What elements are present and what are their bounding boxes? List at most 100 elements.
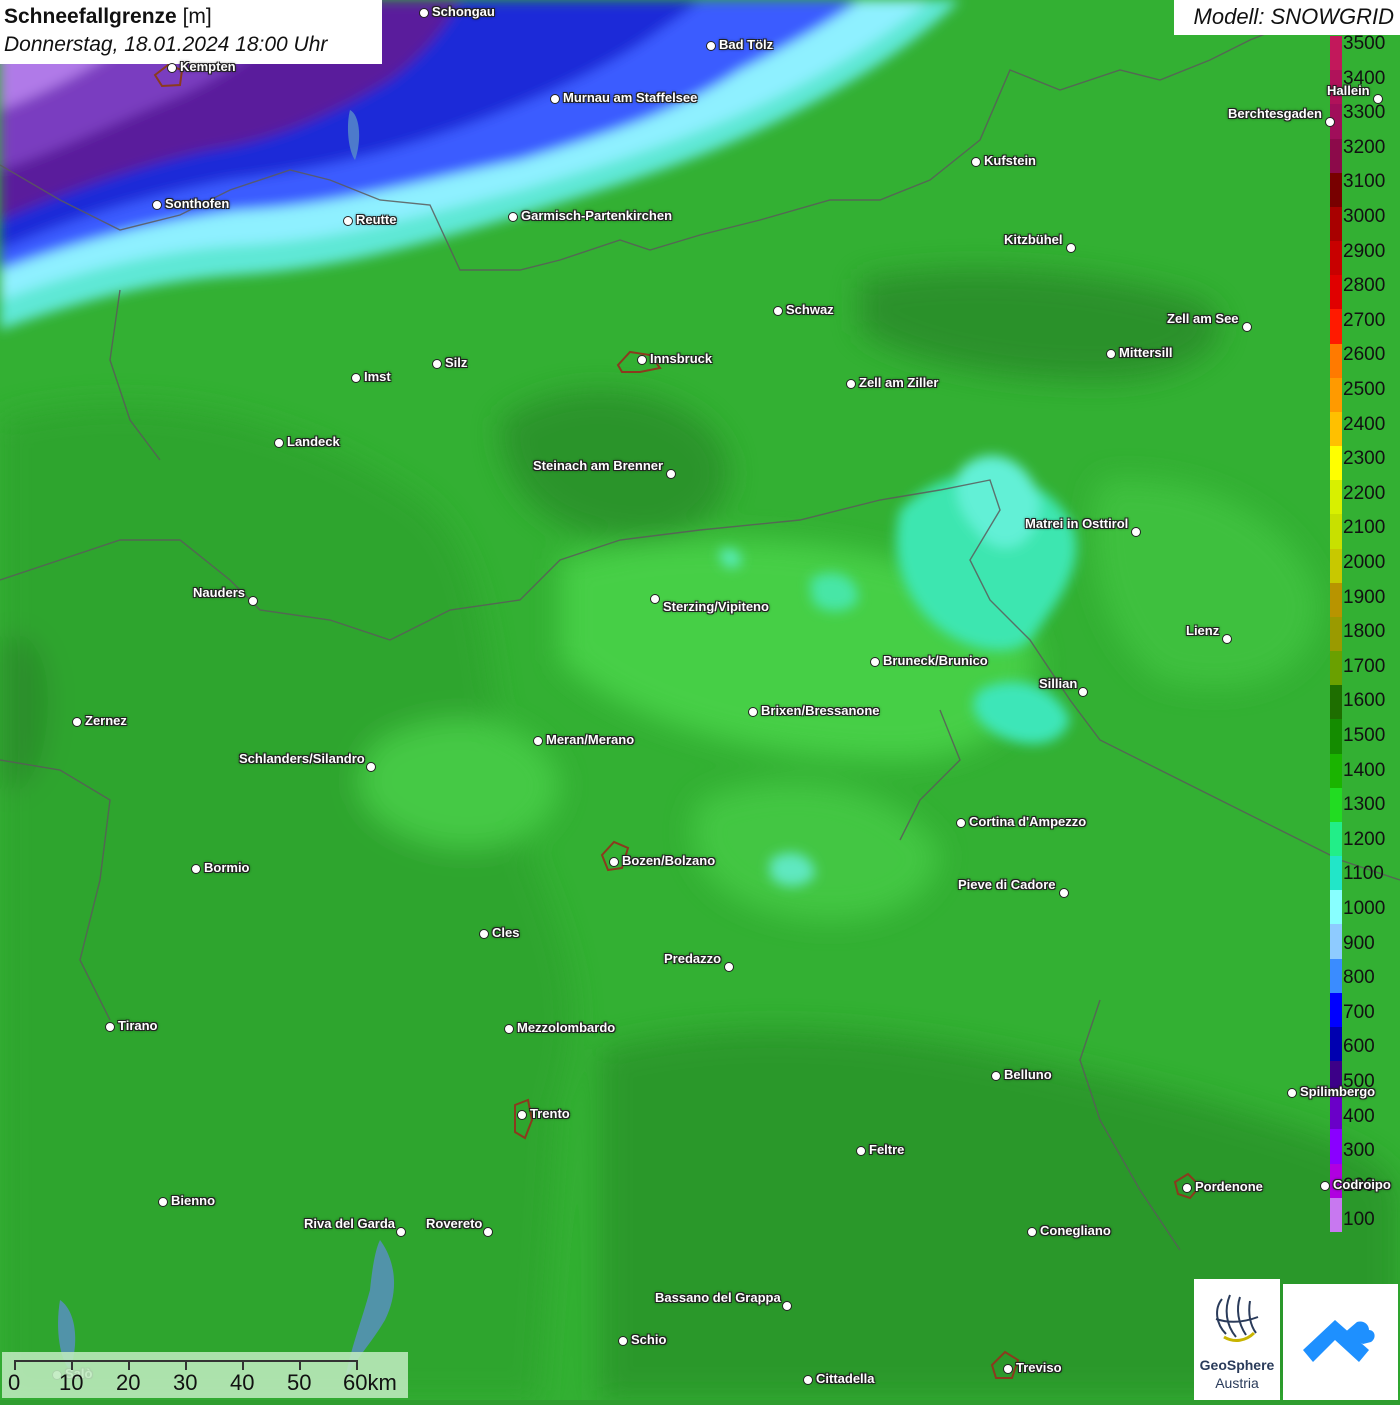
legend-label-1800: 1800: [1343, 621, 1386, 643]
legend-label-2500: 2500: [1343, 379, 1386, 400]
city-dot: [991, 1071, 1001, 1081]
legend-swatch-700: [1330, 992, 1342, 1028]
legend-swatch-2800: [1330, 275, 1342, 310]
mountain-app-icon: [1303, 1320, 1375, 1362]
legend-label-2900: 2900: [1343, 240, 1386, 262]
legend-label-3000: 3000: [1343, 206, 1386, 227]
city-dot: [479, 929, 489, 939]
city-dot: [158, 1197, 168, 1207]
city-label: Pordenone: [1195, 1179, 1263, 1194]
city-dot: [650, 594, 660, 604]
city-label: Sterzing/Vipiteno: [663, 599, 769, 614]
city-dot: [637, 355, 647, 365]
city-dot: [550, 94, 560, 104]
city-label: Matrei in Osttirol: [1025, 516, 1129, 531]
legend-swatch-1300: [1330, 787, 1342, 823]
city-label: Codroipo: [1333, 1177, 1391, 1192]
city-dot: [666, 469, 676, 479]
city-dot: [856, 1146, 866, 1156]
city-label: Zell am See: [1167, 311, 1239, 326]
map-title: Schneefallgrenze [m]: [4, 3, 378, 31]
city-dot: [105, 1022, 115, 1032]
scale-tick: [242, 1360, 244, 1370]
scale-label: 0: [8, 1370, 21, 1395]
city-label: Rovereto: [426, 1216, 483, 1231]
legend-label-1200: 1200: [1343, 828, 1386, 850]
legend-swatch-1000: [1330, 890, 1342, 925]
city-label: Treviso: [1016, 1360, 1062, 1375]
city-dot: [419, 8, 429, 18]
scale-tick: [71, 1360, 73, 1370]
legend-label-2200: 2200: [1343, 482, 1386, 504]
city-dot: [517, 1110, 527, 1120]
legend-swatch-100: [1330, 1197, 1342, 1233]
city-label: Berchtesgaden: [1228, 106, 1322, 121]
city-dot: [1106, 349, 1116, 359]
city-dot: [1182, 1183, 1192, 1193]
city-dot: [508, 212, 518, 222]
city-dot: [1373, 94, 1383, 104]
city-dot: [1325, 117, 1335, 127]
legend-label-900: 900: [1343, 932, 1375, 954]
legend-swatch-3100: [1330, 172, 1342, 208]
legend-swatch-3000: [1330, 206, 1342, 242]
city-label: Pieve di Cadore: [958, 877, 1056, 892]
city-label: Reutte: [356, 212, 397, 227]
legend-swatch-2900: [1330, 241, 1342, 276]
title-box: Schneefallgrenze [m] Donnerstag, 18.01.2…: [0, 0, 382, 64]
city-label: Kitzbühel: [1004, 232, 1063, 247]
legend-label-3300: 3300: [1343, 102, 1386, 124]
legend-swatch-800: [1330, 958, 1342, 994]
legend-label-1500: 1500: [1343, 725, 1386, 746]
legend-swatch-1900: [1330, 582, 1342, 618]
city-dot: [167, 63, 177, 73]
geosphere-logo[interactable]: GeoSphere Austria: [1194, 1279, 1280, 1400]
city-label: Innsbruck: [650, 351, 713, 366]
city-dot: [533, 736, 543, 746]
legend-swatch-600: [1330, 1026, 1342, 1062]
legend-swatch-2500: [1330, 377, 1342, 413]
legend-label-2100: 2100: [1343, 517, 1386, 539]
legend-swatch-2300: [1330, 446, 1342, 481]
city-label: Bienno: [171, 1193, 216, 1208]
city-dot: [274, 438, 284, 448]
city-label: Silz: [445, 355, 468, 370]
scale-tick: [14, 1360, 16, 1370]
legend-label-100: 100: [1343, 1209, 1375, 1231]
model-label: Modell: SNOWGRID: [1174, 0, 1400, 35]
legend-label-2400: 2400: [1343, 413, 1386, 435]
legend-swatch-1500: [1330, 719, 1342, 755]
legend-swatch-2000: [1330, 548, 1342, 584]
city-label: Feltre: [869, 1142, 905, 1157]
city-dot: [1131, 527, 1141, 537]
city-dot: [396, 1227, 406, 1237]
city-dot: [1027, 1227, 1037, 1237]
city-dot: [72, 717, 82, 727]
city-dot: [1222, 634, 1232, 644]
city-label: Nauders: [193, 585, 246, 600]
forecast-datetime: Donnerstag, 18.01.2024 18:00 Uhr: [4, 33, 328, 56]
legend-label-700: 700: [1343, 1001, 1375, 1023]
city-dot: [782, 1301, 792, 1311]
city-label: Meran/Merano: [546, 732, 635, 747]
legend-swatch-1700: [1330, 651, 1342, 686]
city-label: Sonthofen: [165, 196, 230, 211]
legend-label-1700: 1700: [1343, 655, 1386, 677]
city-dot: [706, 41, 716, 51]
scale-tick: [299, 1360, 301, 1370]
city-dot: [432, 359, 442, 369]
geosphere-logo-icon: [1215, 1294, 1259, 1342]
title-main: Schneefallgrenze: [4, 5, 177, 28]
city-dot: [1320, 1181, 1330, 1191]
color-legend: [1330, 36, 1342, 1233]
legend-label-2300: 2300: [1343, 448, 1386, 470]
legend-label-2000: 2000: [1343, 552, 1386, 573]
legend-swatch-1600: [1330, 685, 1342, 720]
legend-swatch-2100: [1330, 514, 1342, 550]
city-label: Mezzolombardo: [517, 1020, 616, 1035]
legend-swatch-400: [1330, 1095, 1342, 1130]
scale-label: 10: [59, 1370, 84, 1395]
legend-swatch-300: [1330, 1129, 1342, 1165]
snow-app-logo[interactable]: [1283, 1284, 1398, 1400]
legend-swatch-900: [1330, 924, 1342, 960]
